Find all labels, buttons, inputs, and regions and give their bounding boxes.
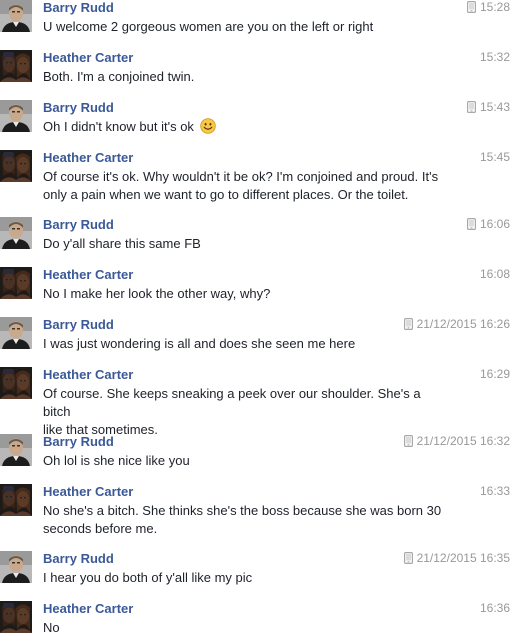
message-line: only a pain when we want to go to differ… [43,186,451,204]
sender-name[interactable]: Barry Rudd [43,551,114,566]
timestamp: 16:33 [479,484,510,498]
message-text: Oh I didn't know but it's ok [43,118,451,136]
message-text: Of course it's ok. Why wouldn't it be ok… [43,168,451,204]
message-line-text: I hear you do both of y'all like my pic [43,570,253,585]
mobile-phone-icon [403,318,413,331]
mobile-phone-icon [466,1,476,14]
message-meta: 16:29 [480,367,510,381]
smiley-emoji-icon [199,118,216,134]
message-line-text: Both. I'm a conjoined twin. [43,69,195,84]
timestamp: 21/12/2015 16:32 [416,434,510,448]
message-line-text: only a pain when we want to go to differ… [43,187,409,202]
sender-name[interactable]: Heather Carter [43,484,133,499]
timestamp: 15:45 [479,150,510,164]
message-meta: 15:28 [466,0,510,14]
mobile-phone-icon [403,435,413,448]
message-line-text: No she's a bitch. She thinks she's the b… [43,503,442,518]
sender-name[interactable]: Heather Carter [43,601,133,616]
message-text: Both. I'm a conjoined twin. [43,68,451,86]
message-text: No she's a bitch. She thinks she's the b… [43,502,451,538]
avatar[interactable] [0,100,32,132]
avatar[interactable] [0,601,32,633]
avatar[interactable] [0,50,32,82]
message-line: Oh lol is she nice like you [43,452,451,470]
message-line: seconds before me. [43,520,451,538]
message-line: No [43,619,451,637]
message-text: No I make her look the other way, why? [43,285,451,303]
sender-name[interactable]: Heather Carter [43,50,133,65]
message-line: No I make her look the other way, why? [43,285,451,303]
mobile-phone-icon [403,552,413,565]
timestamp: 15:28 [479,0,510,14]
sender-name[interactable]: Heather Carter [43,150,133,165]
message-line: Do y'all share this same FB [43,235,451,253]
avatar[interactable] [0,0,32,32]
timestamp: 16:06 [479,217,510,231]
timestamp: 16:36 [479,601,510,615]
message-text: U welcome 2 gorgeous women are you on th… [43,18,451,36]
message-meta: 16:06 [466,217,510,231]
message-text: No [43,619,451,637]
timestamp: 21/12/2015 16:26 [416,317,510,331]
mobile-phone-icon [466,101,476,114]
avatar[interactable] [0,267,32,299]
message-line: Oh I didn't know but it's ok [43,118,451,136]
timestamp: 21/12/2015 16:35 [416,551,510,565]
message-line: Of course. She keeps sneaking a peek ove… [43,385,451,421]
timestamp: 15:32 [479,50,510,64]
message-meta: 16:33 [480,484,510,498]
avatar[interactable] [0,551,32,583]
message-line: I was just wondering is all and does she… [43,335,451,353]
message-meta: 16:08 [480,267,510,281]
message-line-text: Oh lol is she nice like you [43,453,190,468]
sender-name[interactable]: Barry Rudd [43,100,114,115]
message-meta: 21/12/2015 16:35 [403,551,510,565]
mobile-phone-icon [466,218,476,231]
sender-name[interactable]: Barry Rudd [43,217,114,232]
message-line: I hear you do both of y'all like my pic [43,569,451,587]
message-text: Oh lol is she nice like you [43,452,451,470]
message-text: Do y'all share this same FB [43,235,451,253]
message-line-text: Do y'all share this same FB [43,236,201,251]
timestamp: 16:08 [479,267,510,281]
avatar[interactable] [0,150,32,182]
avatar[interactable] [0,317,32,349]
avatar[interactable] [0,217,32,249]
message-line-text: seconds before me. [43,521,158,536]
message-line: U welcome 2 gorgeous women are you on th… [43,18,451,36]
timestamp: 16:29 [479,367,510,381]
timestamp: 15:43 [479,100,510,114]
message-text: I hear you do both of y'all like my pic [43,569,451,587]
message-thread: Barry Rudd 15:28 U welcome 2 gorgeous wome… [0,0,510,635]
sender-name[interactable]: Barry Rudd [43,317,114,332]
message-line-text: U welcome 2 gorgeous women are you on th… [43,19,374,34]
message-meta: 15:43 [466,100,510,114]
message-text: I was just wondering is all and does she… [43,335,451,353]
message-meta: 15:32 [480,50,510,64]
sender-name[interactable]: Barry Rudd [43,434,114,449]
message-meta: 21/12/2015 16:26 [403,317,510,331]
message-line: No she's a bitch. She thinks she's the b… [43,502,451,520]
message-line-text: I was just wondering is all and does she… [43,336,356,351]
message-text: Of course. She keeps sneaking a peek ove… [43,385,451,439]
message-meta: 16:36 [480,601,510,615]
message-meta: 21/12/2015 16:32 [403,434,510,448]
avatar[interactable] [0,367,32,399]
sender-name[interactable]: Barry Rudd [43,0,114,15]
avatar[interactable] [0,484,32,516]
message-meta: 15:45 [480,150,510,164]
avatar[interactable] [0,434,32,466]
sender-name[interactable]: Heather Carter [43,367,133,382]
message-line-text: Of course it's ok. Why wouldn't it be ok… [43,169,439,184]
sender-name[interactable]: Heather Carter [43,267,133,282]
message-line: Both. I'm a conjoined twin. [43,68,451,86]
message-line-text: No I make her look the other way, why? [43,286,271,301]
message-line-text: Of course. She keeps sneaking a peek ove… [43,386,421,419]
message-line-text: Oh I didn't know but it's ok [43,119,194,134]
message-line: Of course it's ok. Why wouldn't it be ok… [43,168,451,186]
